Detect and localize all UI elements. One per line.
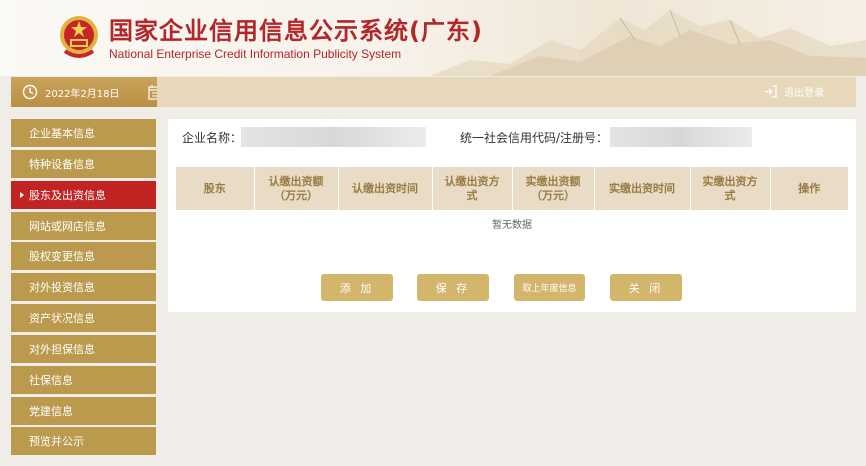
clock-icon <box>22 84 38 100</box>
sidebar-item-label: 股东及出资信息 <box>29 188 106 202</box>
table-header-row: 股东 认缴出资额 （万元） 认缴出资时间 认缴出资方式 实缴出资额 （万元） 实缴出… <box>176 167 848 210</box>
site-title: 国家企业信用信息公示系统(广东) <box>109 17 483 45</box>
site-subtitle: National Enterprise Credit Information P… <box>109 47 402 61</box>
sidebar-item-label: 企业基本信息 <box>29 127 95 140</box>
save-button[interactable]: 保 存 <box>417 274 489 301</box>
column-header: 实缴出资方式 <box>690 167 771 210</box>
sidebar-item-investments[interactable]: 对外投资信息 <box>11 273 156 302</box>
column-header: 实缴出资额 （万元） <box>512 167 595 210</box>
credit-code-redacted <box>610 127 752 147</box>
column-header: 认缴出资时间 <box>338 167 433 210</box>
add-button[interactable]: 添 加 <box>321 274 393 301</box>
company-name-label: 企业名称： <box>182 131 243 145</box>
current-date: 2022年2月18日 <box>45 88 120 100</box>
sidebar-item-social-security[interactable]: 社保信息 <box>11 365 156 394</box>
company-info-row: 企业名称： 统一社会信用代码/注册号： <box>168 127 856 147</box>
empty-state-text: 暂无数据 <box>492 220 532 231</box>
sidebar-item-label: 股权变更信息 <box>29 250 95 264</box>
sidebar-item-basic-info[interactable]: 企业基本信息 <box>11 119 156 147</box>
sidebar-item-party-building[interactable]: 党建信息 <box>11 396 156 425</box>
top-bar: 2022年2月18日 退出登录 <box>11 77 856 107</box>
sidebar-item-preview-publish[interactable]: 预览并公示 <box>11 427 156 456</box>
site-header: 国家企业信用信息公示系统(广东) National Enterprise Cre… <box>0 0 866 76</box>
sidebar-item-label: 特种设备信息 <box>29 157 95 171</box>
national-emblem-icon <box>60 16 98 58</box>
logout-icon <box>765 85 777 98</box>
sidebar-nav: 企业基本信息 特种设备信息 股东及出资信息 网站或网店信息 股权变更信息 对外投… <box>11 119 156 458</box>
sidebar-item-label: 预览并公示 <box>29 435 84 449</box>
sidebar-item-label: 资产状况信息 <box>29 312 95 326</box>
logout-button[interactable]: 退出登录 <box>763 84 824 99</box>
logout-label: 退出登录 <box>784 88 824 99</box>
shareholder-table: 股东 认缴出资额 （万元） 认缴出资时间 认缴出资方式 实缴出资额 （万元） 实缴出… <box>176 167 848 210</box>
active-arrow-icon <box>20 191 24 198</box>
company-name-redacted <box>241 127 426 147</box>
column-header: 认缴出资额 （万元） <box>254 167 339 210</box>
mountain-landscape-decoration <box>430 9 866 76</box>
top-bar-fill <box>157 77 856 107</box>
sidebar-item-special-equipment[interactable]: 特种设备信息 <box>11 149 156 178</box>
load-previous-year-button[interactable]: 取上年度信息 <box>514 274 585 301</box>
sidebar-item-assets[interactable]: 资产状况信息 <box>11 304 156 333</box>
credit-code-label: 统一社会信用代码/注册号： <box>460 131 609 145</box>
date-display: 2022年2月18日 <box>11 77 157 107</box>
sidebar-item-label: 社保信息 <box>29 373 73 387</box>
column-header: 认缴出资方式 <box>432 167 513 210</box>
column-header: 股东 <box>176 167 255 210</box>
column-header: 实缴出资时间 <box>594 167 691 210</box>
main-panel: 企业名称： 统一社会信用代码/注册号： 股东 认缴出资额 （万元） 认缴出资时间 … <box>168 119 856 312</box>
sidebar-item-label: 对外担保信息 <box>29 342 95 356</box>
sidebar-item-label: 网站或网店信息 <box>29 219 106 233</box>
sidebar-item-label: 对外投资信息 <box>29 281 95 295</box>
column-header: 操作 <box>770 167 848 210</box>
sidebar-item-guarantees[interactable]: 对外担保信息 <box>11 334 156 363</box>
sidebar-item-equity-changes[interactable]: 股权变更信息 <box>11 242 156 271</box>
sidebar-item-label: 党建信息 <box>29 404 73 418</box>
sidebar-item-websites[interactable]: 网站或网店信息 <box>11 211 156 240</box>
sidebar-item-shareholders[interactable]: 股东及出资信息 <box>11 180 156 209</box>
close-button[interactable]: 关 闭 <box>610 274 682 301</box>
